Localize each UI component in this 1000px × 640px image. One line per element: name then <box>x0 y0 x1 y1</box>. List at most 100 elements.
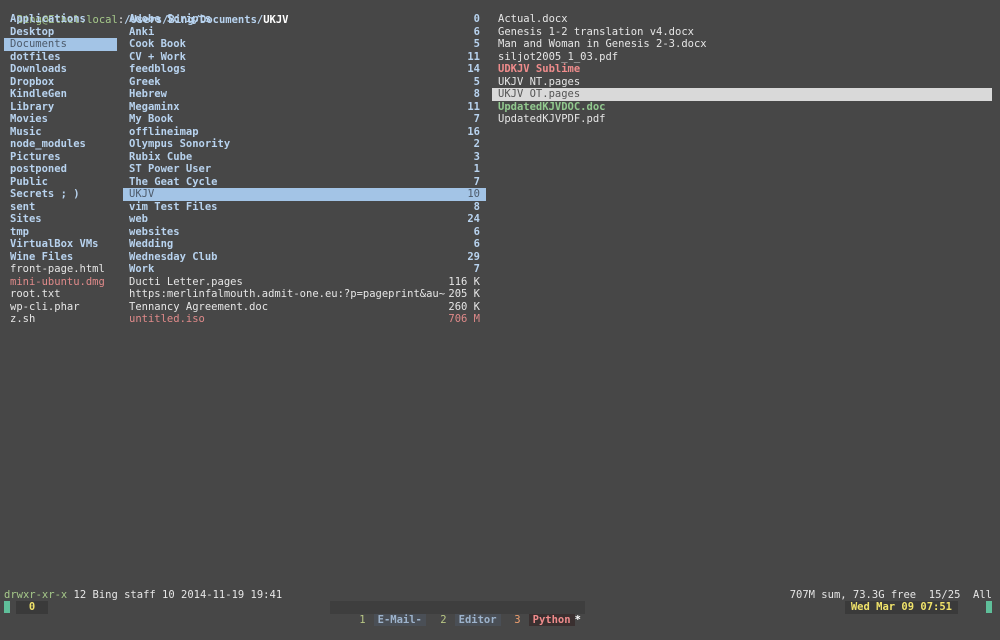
current-entry[interactable]: UKJV 10 <box>123 188 486 201</box>
entry-name: offlineimap <box>129 125 199 138</box>
preview-entry[interactable]: siljot2005_1_03.pdf <box>492 51 992 64</box>
current-entry[interactable]: ST Power User 1 <box>123 163 486 176</box>
parent-entry[interactable]: Downloads <box>4 63 117 76</box>
entry-name: dotfiles <box>10 50 61 63</box>
current-entry[interactable]: websites 6 <box>123 226 486 239</box>
current-entry[interactable]: Greek 5 <box>123 76 486 89</box>
parent-entry[interactable]: z.sh <box>4 313 117 326</box>
entry-name: Olympus Sonority <box>129 138 231 150</box>
entry-size: 2 <box>473 138 480 150</box>
parent-entry[interactable]: Public <box>4 176 117 189</box>
current-directory-column: Adobe Scripts 0 Anki 6 Cook Book 5 CV + Work 11… <box>123 13 486 326</box>
preview-entry[interactable]: Actual.docx <box>492 13 992 26</box>
preview-entry[interactable]: UKJV OT.pages <box>492 88 992 101</box>
preview-entry[interactable]: UDKJV Sublime <box>492 63 992 76</box>
parent-entry[interactable]: sent <box>4 201 117 214</box>
entry-size: 29 <box>467 250 480 263</box>
window-label: Python <box>528 614 575 626</box>
cursor-block-left <box>4 601 10 613</box>
window-number: 2 <box>440 614 447 626</box>
current-entry[interactable]: untitled.iso 706 M <box>123 313 486 326</box>
entry-name: UKJV OT.pages <box>498 88 581 100</box>
entry-size: 116 K <box>448 275 480 288</box>
parent-entry[interactable]: Documents <box>4 38 117 51</box>
entry-name: Megaminx <box>129 100 180 113</box>
entry-size: 14 <box>467 63 480 75</box>
parent-entry[interactable]: KindleGen <box>4 88 117 101</box>
current-entry[interactable]: Wednesday Club 29 <box>123 251 486 264</box>
file-info-status: drwxr-xr-x 12 Bing staff 10 2014-11-19 1… <box>4 589 282 601</box>
parent-directory-column: Applications Desktop Documents dotfiles Down… <box>4 13 117 326</box>
parent-entry[interactable]: dotfiles <box>4 51 117 64</box>
parent-entry[interactable]: Desktop <box>4 26 117 39</box>
current-entry[interactable]: web 24 <box>123 213 486 226</box>
current-entry[interactable]: The Geat Cycle 7 <box>123 176 486 189</box>
parent-entry[interactable]: Sites <box>4 213 117 226</box>
parent-entry[interactable]: Pictures <box>4 151 117 164</box>
parent-entry[interactable]: Library <box>4 101 117 114</box>
preview-entry[interactable]: Man and Woman in Genesis 2-3.docx <box>492 38 992 51</box>
parent-entry[interactable]: tmp <box>4 226 117 239</box>
parent-entry[interactable]: Wine Files <box>4 251 117 264</box>
entry-name: vim Test Files <box>129 200 218 213</box>
current-entry[interactable]: Megaminx 11 <box>123 101 486 114</box>
parent-entry[interactable]: front-page.html <box>4 263 117 276</box>
parent-entry[interactable]: Dropbox <box>4 76 117 89</box>
current-entry[interactable]: Cook Book 5 <box>123 38 486 51</box>
tmux-window-python[interactable]: 3 Python * <box>485 601 585 626</box>
current-entry[interactable]: Rubix Cube 3 <box>123 151 486 164</box>
parent-entry[interactable]: VirtualBox VMs <box>4 238 117 251</box>
parent-entry[interactable]: Applications <box>4 13 117 26</box>
parent-entry[interactable]: Secrets ; ) <box>4 188 117 201</box>
entry-size: 0 <box>473 13 480 25</box>
entry-name: Genesis 1-2 translation v4.docx <box>498 25 694 38</box>
tmux-clock: Wed Mar 09 07:51 <box>844 601 958 614</box>
current-entry[interactable]: Work 7 <box>123 263 486 276</box>
parent-entry[interactable]: Music <box>4 126 117 139</box>
entry-name: siljot2005_1_03.pdf <box>498 50 619 63</box>
entry-name: Wedding <box>129 238 174 250</box>
current-entry[interactable]: feedblogs 14 <box>123 63 486 76</box>
entry-name: Work <box>129 263 155 275</box>
entry-size: 3 <box>473 150 480 163</box>
entry-size: 706 M <box>448 313 480 325</box>
current-entry[interactable]: vim Test Files 8 <box>123 201 486 214</box>
current-entry[interactable]: CV + Work 11 <box>123 51 486 64</box>
current-entry[interactable]: Tennancy Agreement.doc 260 K <box>123 301 486 314</box>
parent-entry[interactable]: wp-cli.phar <box>4 301 117 314</box>
current-entry[interactable]: My Book 7 <box>123 113 486 126</box>
permissions: drwxr-xr-x <box>4 589 68 601</box>
entry-size: 6 <box>473 225 480 238</box>
current-entry[interactable]: Wedding 6 <box>123 238 486 251</box>
entry-size: 7 <box>473 175 480 188</box>
parent-entry[interactable]: node_modules <box>4 138 117 151</box>
current-entry[interactable]: Ducti Letter.pages 116 K <box>123 276 486 289</box>
current-entry[interactable]: https:merlinfalmouth.admit-one.eu:?p=pag… <box>123 288 486 301</box>
entry-name: sent <box>10 200 36 213</box>
entry-size: 7 <box>473 263 480 275</box>
preview-entry[interactable]: UpdatedKJVPDF.pdf <box>492 113 992 126</box>
entry-name: Hebrew <box>129 88 167 100</box>
entry-name: The Geat Cycle <box>129 175 218 188</box>
current-entry[interactable]: Anki 6 <box>123 26 486 39</box>
entry-name: KindleGen <box>10 88 67 100</box>
current-entry[interactable]: Olympus Sonority 2 <box>123 138 486 151</box>
current-entry[interactable]: Adobe Scripts 0 <box>123 13 486 26</box>
parent-entry[interactable]: mini-ubuntu.dmg <box>4 276 117 289</box>
current-entry[interactable]: Hebrew 8 <box>123 88 486 101</box>
preview-entry[interactable]: UpdatedKJVDOC.doc <box>492 101 992 114</box>
entry-name: Dropbox <box>10 75 55 88</box>
entry-size: 1 <box>473 163 480 175</box>
parent-entry[interactable]: root.txt <box>4 288 117 301</box>
preview-entry[interactable]: UKJV NT.pages <box>492 76 992 89</box>
parent-entry[interactable]: postponed <box>4 163 117 176</box>
current-entry[interactable]: offlineimap 16 <box>123 126 486 139</box>
parent-entry[interactable]: Movies <box>4 113 117 126</box>
entry-name: UDKJV Sublime <box>498 63 581 75</box>
preview-entry[interactable]: Genesis 1-2 translation v4.docx <box>492 26 992 39</box>
entry-size: 8 <box>473 200 480 213</box>
entry-name: web <box>129 213 148 225</box>
entry-name: Anki <box>129 25 155 38</box>
entry-name: Wednesday Club <box>129 250 218 263</box>
tmux-session[interactable]: 0 <box>16 601 48 614</box>
